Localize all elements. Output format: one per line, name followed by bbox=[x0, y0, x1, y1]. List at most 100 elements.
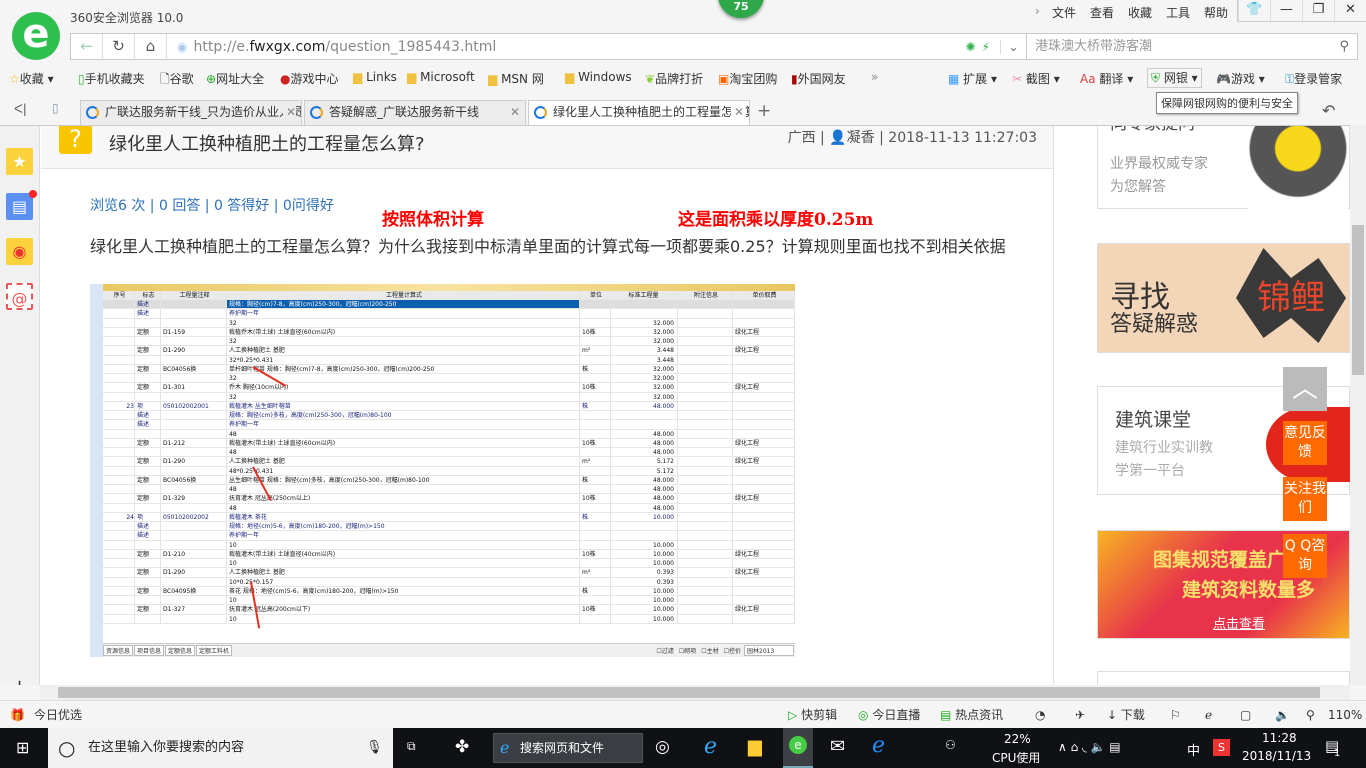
live-today[interactable]: ◎ 今日直播 bbox=[858, 701, 920, 729]
koi-banner[interactable]: 寻找 答疑解惑 锦鲤 bbox=[1097, 243, 1350, 353]
flag-icon[interactable]: ⚐ bbox=[1170, 701, 1181, 729]
sogou-icon[interactable]: S bbox=[1213, 739, 1230, 756]
undo-close-icon[interactable]: ↶ bbox=[1322, 101, 1335, 120]
mail-taskbar-icon[interactable]: ✉ bbox=[830, 736, 845, 757]
reload-icon[interactable]: ↻ bbox=[103, 34, 135, 59]
edge-icon[interactable]: ℯ bbox=[872, 733, 885, 758]
new-tab-button[interactable]: + bbox=[757, 101, 771, 121]
menu-expand-icon[interactable]: › bbox=[1035, 4, 1040, 18]
follow-us-button[interactable]: 关注我们 bbox=[1283, 477, 1327, 521]
ask-expert-card[interactable]: 向专家提问 业界最权威专家 为您解答 bbox=[1097, 126, 1350, 210]
security-icon[interactable]: ✺ bbox=[966, 40, 976, 54]
news-icon[interactable]: ▤ bbox=[6, 193, 33, 220]
tab-2[interactable]: 答疑解惑_广联达服务新干线 ✕ bbox=[304, 100, 526, 125]
dropdown-icon[interactable]: ⌄ bbox=[1000, 39, 1026, 54]
vertical-scrollbar[interactable] bbox=[1350, 125, 1366, 685]
mobile-icon[interactable]: ▯ bbox=[52, 101, 59, 115]
close-button[interactable]: ✕ bbox=[1334, 0, 1366, 21]
close-tab-icon[interactable]: ✕ bbox=[730, 101, 744, 124]
speed-mode-icon[interactable]: ⚡ bbox=[982, 40, 990, 54]
mic-icon[interactable]: 🎙 bbox=[366, 728, 383, 768]
window-mode-icon[interactable]: ▢ bbox=[1240, 701, 1251, 729]
banner-link[interactable]: 点击查看 bbox=[1213, 613, 1265, 632]
clock-date[interactable]: 2018/11/13 bbox=[1242, 749, 1311, 763]
back-to-top-button[interactable]: ︿ bbox=[1283, 367, 1327, 411]
bookmark-hao[interactable]: ⊕网址大全 bbox=[206, 70, 264, 87]
bookmark-favorites[interactable]: ☆收藏 ▾ bbox=[9, 70, 54, 87]
horizontal-scrollbar[interactable] bbox=[40, 685, 1350, 700]
zoom-icon[interactable]: ⚲ bbox=[1306, 701, 1315, 729]
menu-help[interactable]: 帮助 bbox=[1204, 4, 1228, 21]
browser-search-box[interactable]: ℯ 搜索网页和文件 bbox=[493, 733, 643, 763]
bookmark-taobao[interactable]: ▣淘宝团购 bbox=[718, 70, 777, 87]
menu-view[interactable]: 查看 bbox=[1090, 4, 1114, 21]
more-bookmarks-icon[interactable]: » bbox=[871, 70, 878, 84]
taskbar-search[interactable]: ○ 在这里输入你要搜索的内容 🎙 bbox=[48, 728, 393, 768]
question-stats[interactable]: 浏览6 次 | 0 回答 | 0 答得好 | 0问得好 bbox=[90, 195, 334, 215]
address-bar[interactable]: ← ↻ ⌂ ◉ http://e.fwxgx.com/question_1985… bbox=[70, 33, 1027, 60]
bookmark-microsoft[interactable]: ▆ Microsoft bbox=[407, 70, 475, 84]
menu-favorites[interactable]: 收藏 bbox=[1128, 4, 1152, 21]
search-icon[interactable]: ⚲ bbox=[1339, 34, 1349, 59]
bookmark-mobile[interactable]: ▯手机收藏夹 bbox=[78, 70, 145, 87]
bookmark-windows[interactable]: ▆ Windows bbox=[565, 70, 632, 84]
sound-icon[interactable]: 🔈 bbox=[1275, 701, 1290, 729]
clock-time[interactable]: 11:28 bbox=[1262, 731, 1297, 745]
tab-1[interactable]: 广联达服务新干线_只为造价从业人员 ✕ bbox=[80, 100, 302, 125]
ext-translate[interactable]: Aa 翻译 ▾ bbox=[1080, 70, 1133, 87]
ext-netbank[interactable]: ⛨ 网银 ▾ bbox=[1147, 68, 1202, 88]
bookmark-links[interactable]: ▆ Links bbox=[353, 70, 397, 84]
download-button[interactable]: ↓ 下载 bbox=[1107, 701, 1145, 729]
ext-extensions[interactable]: ▦ 扩展 ▾ bbox=[948, 70, 997, 87]
tab-3-active[interactable]: 绿化里人工换种植肥土的工程量怎么算 ✕ bbox=[528, 100, 750, 125]
ext-games[interactable]: 🎮游戏 ▾ bbox=[1216, 70, 1265, 87]
bookmark-google[interactable]: 🗋谷歌 bbox=[160, 70, 194, 91]
menu-file[interactable]: 文件 bbox=[1052, 4, 1076, 21]
ime-indicator[interactable]: 中 bbox=[1187, 740, 1200, 759]
ie-mode-icon[interactable]: ℯ bbox=[1205, 701, 1212, 729]
url-text[interactable]: http://e.fwxgx.com/question_1985443.html bbox=[193, 39, 496, 55]
360-bell-icon[interactable]: ◎ bbox=[655, 737, 670, 757]
windows-start-icon[interactable]: ⊞ bbox=[16, 738, 29, 757]
bookmark-foreign[interactable]: ▮外国网友 bbox=[791, 70, 846, 87]
weibo-icon[interactable]: ◉ bbox=[6, 238, 33, 265]
skin-icon[interactable]: 👕 bbox=[1238, 0, 1270, 21]
mail-icon[interactable]: @ bbox=[6, 283, 33, 310]
home-icon[interactable]: ⌂ bbox=[135, 34, 167, 59]
people-icon[interactable]: ⚇ bbox=[945, 738, 956, 752]
search-input[interactable]: 港珠澳大桥带游客潮 ⚲ bbox=[1027, 33, 1358, 60]
360-browser-taskbar[interactable]: e bbox=[783, 728, 813, 768]
quick-edit[interactable]: ▷ 快剪辑 bbox=[788, 701, 837, 729]
ie-taskbar-icon[interactable]: ℯ bbox=[704, 734, 717, 759]
task-view-icon[interactable]: ⧉ bbox=[407, 739, 416, 754]
minimize-button[interactable]: — bbox=[1270, 0, 1302, 21]
explorer-icon[interactable]: ▆ bbox=[748, 736, 762, 757]
feedback-button[interactable]: 意见反馈 bbox=[1283, 421, 1327, 465]
question-author[interactable]: 凝香 bbox=[847, 130, 875, 146]
add-icon[interactable]: + bbox=[12, 676, 27, 685]
hot-news[interactable]: ▤ 热点资讯 bbox=[940, 701, 1003, 729]
zoom-level[interactable]: 110% bbox=[1328, 701, 1362, 729]
close-tab-icon[interactable]: ✕ bbox=[282, 101, 296, 124]
ext-login-manager[interactable]: ⚿登录管家 bbox=[1285, 70, 1342, 87]
close-tab-icon[interactable]: ✕ bbox=[506, 101, 520, 124]
score-badge[interactable]: 75 bbox=[718, 0, 764, 18]
scrollbar-thumb[interactable] bbox=[58, 687, 1320, 698]
ext-screenshot[interactable]: ✂ 截图 ▾ bbox=[1012, 70, 1060, 87]
pin-icon[interactable]: ✈ bbox=[1075, 701, 1085, 729]
bookmark-games[interactable]: ●游戏中心 bbox=[280, 70, 339, 87]
sidebar-toggle-icon[interactable]: ᐸ| bbox=[14, 102, 27, 116]
maximize-button[interactable]: ❐ bbox=[1302, 0, 1334, 21]
today-picks[interactable]: 今日优选 bbox=[34, 701, 82, 729]
scrollbar-thumb[interactable] bbox=[1352, 225, 1364, 375]
site-info-icon[interactable]: ◉ bbox=[177, 40, 187, 54]
bookmark-msn[interactable]: ▆ MSN 网 bbox=[488, 70, 544, 87]
menu-tools[interactable]: 工具 bbox=[1166, 4, 1190, 21]
bookmark-brand[interactable]: ❦品牌打折 bbox=[645, 70, 703, 87]
speed-icon[interactable]: ◔ bbox=[1035, 701, 1045, 729]
app-icon[interactable]: ✤ bbox=[455, 737, 469, 757]
tray-icons[interactable]: ∧ ⌂ ◟ 🔈 ▤ bbox=[1058, 740, 1121, 754]
qq-consult-button[interactable]: Q Q咨询 bbox=[1283, 534, 1327, 578]
favorites-star-icon[interactable]: ★ bbox=[6, 148, 33, 175]
back-icon[interactable]: ← bbox=[71, 34, 103, 59]
